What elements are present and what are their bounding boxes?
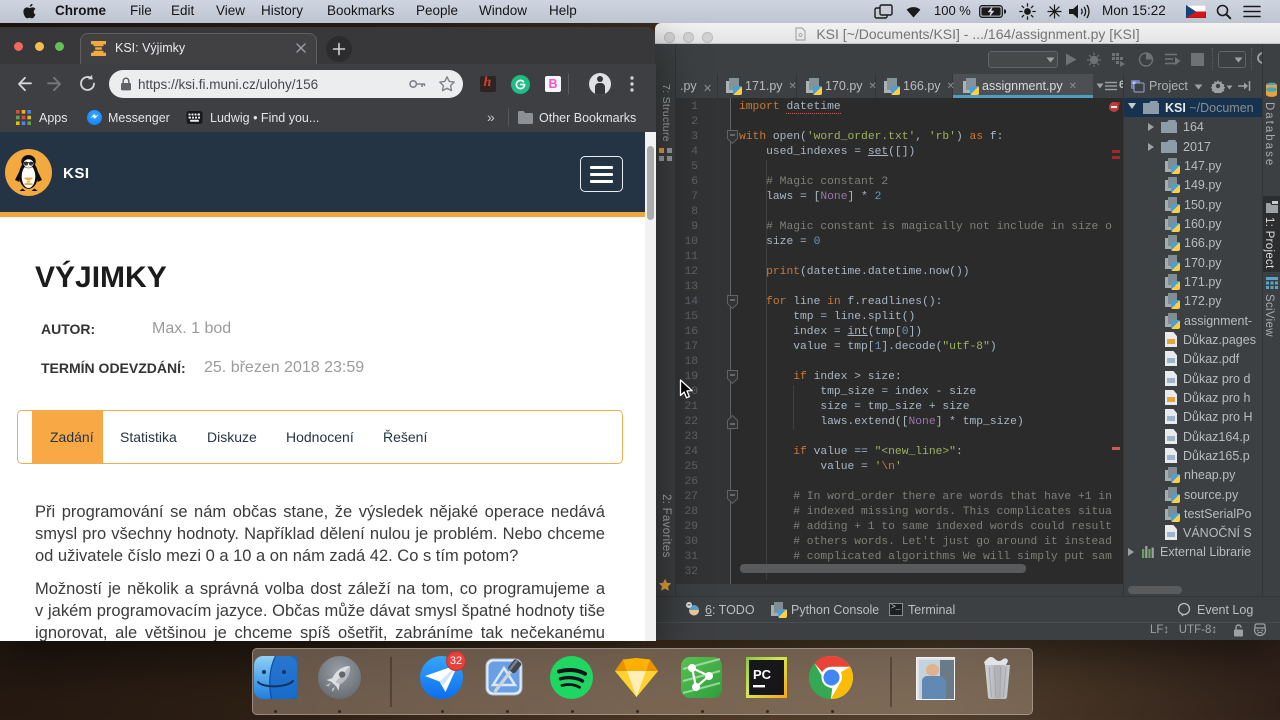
svg-text:PC: PC bbox=[753, 667, 772, 682]
